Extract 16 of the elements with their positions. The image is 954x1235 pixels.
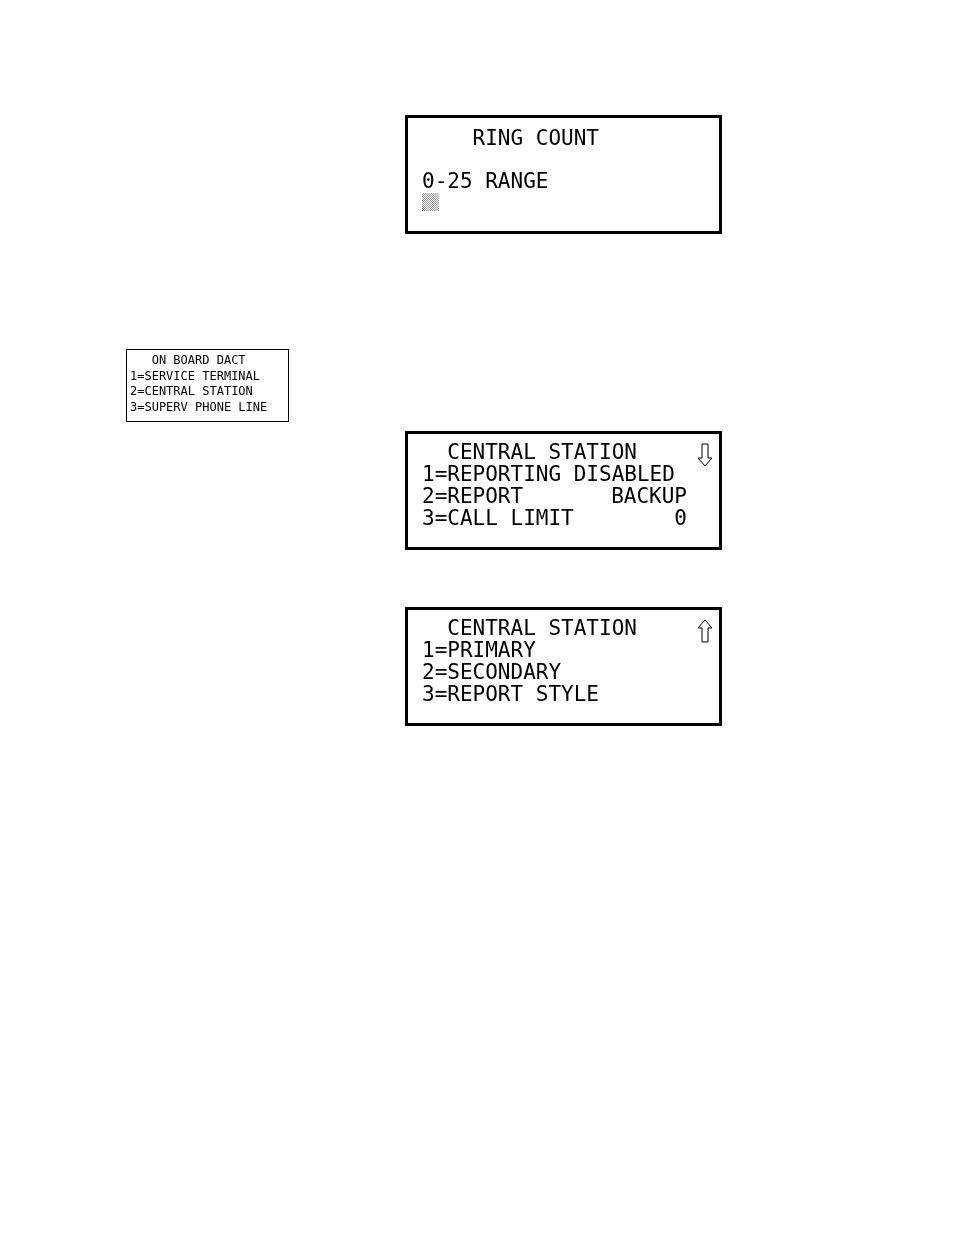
- menu-option: 1=REPORTING DISABLED: [422, 463, 675, 485]
- display-title: ON BOARD DACT: [150, 353, 246, 369]
- menu-option: 3=REPORT STYLE: [422, 683, 599, 705]
- option-value: BACKUP: [611, 485, 687, 507]
- menu-option: 0-25 RANGE: [422, 170, 549, 192]
- menu-option: 1=SERVICE TERMINAL: [130, 368, 261, 384]
- display-title: RING COUNT: [471, 127, 599, 149]
- menu-option: 3=CALL LIMIT: [422, 507, 574, 529]
- display-title: CENTRAL STATION: [446, 441, 637, 463]
- menu-option: 3=SUPERV PHONE LINE: [130, 399, 268, 415]
- display-title: CENTRAL STATION: [446, 617, 637, 639]
- option-value: 0: [674, 507, 687, 529]
- menu-option: 2=SECONDARY: [422, 661, 562, 683]
- menu-option: 2=REPORT: [422, 485, 524, 507]
- menu-option: 2=CENTRAL STATION: [130, 384, 253, 400]
- menu-option: 1=PRIMARY: [422, 639, 536, 661]
